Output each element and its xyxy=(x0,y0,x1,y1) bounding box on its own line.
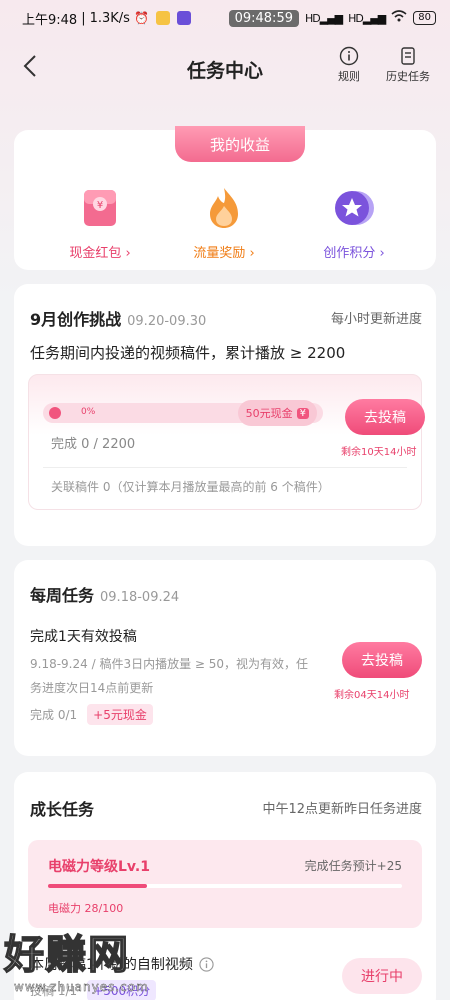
reward-target-badge: 50元现金 ¥ xyxy=(237,400,317,426)
progress-percent: 0% xyxy=(81,407,96,417)
challenge-date: 09.20-09.30 xyxy=(127,314,207,329)
flame-icon xyxy=(202,186,246,230)
battery-icon: 80 xyxy=(413,11,436,25)
back-button[interactable] xyxy=(16,52,44,80)
challenge-progress-bar: 0% 50元现金 ¥ xyxy=(43,400,323,426)
growth-title: 成长任务 xyxy=(30,800,95,819)
weekly-title: 每周任务 09.18-09.24 xyxy=(30,582,179,606)
em-power-panel: 电磁力等级Lv.1 完成任务预计+25 电磁力 28/100 xyxy=(28,840,422,928)
growth-task-card: 成长任务 中午12点更新昨日任务进度 电磁力等级Lv.1 完成任务预计+25 电… xyxy=(14,772,436,1000)
alarm-icon: ⏰ xyxy=(133,11,149,25)
reward-target-label: 50元现金 xyxy=(245,407,293,420)
yen-icon: ¥ xyxy=(296,407,309,419)
challenge-description: 任务期间内投递的视频稿件，累计播放 ≥ 2200 xyxy=(30,344,346,362)
info-icon[interactable] xyxy=(199,956,214,972)
related-drafts-note: 关联稿件 0（仅计算本月播放量最高的前 6 个稿件） xyxy=(51,480,330,494)
em-power-level: 电磁力等级Lv.1 xyxy=(48,859,150,875)
divider xyxy=(43,467,407,468)
creation-points-label: 创作积分 › xyxy=(323,246,385,261)
history-tasks-button[interactable]: 历史任务 xyxy=(386,46,430,84)
status-left: 上午9:48 | 1.3K/s ⏰ xyxy=(22,9,191,28)
app-notification-icon xyxy=(155,11,170,25)
creation-challenge-card: 9月创作挑战 09.20-09.30 每小时更新进度 任务期间内投递的视频稿件，累… xyxy=(14,284,436,546)
app-notification-icon-2 xyxy=(176,11,191,25)
in-progress-button[interactable]: 进行中 xyxy=(342,958,422,994)
signal-icon-2: HD▂▄▆ xyxy=(348,11,386,25)
challenge-title: 9月创作挑战 09.20-09.30 xyxy=(30,306,206,330)
weekly-reward-chip: +5元现金 xyxy=(87,704,153,725)
nav-bar: 任务中心 规则 历史任务 xyxy=(0,36,450,100)
cash-envelope-label: 现金红包 › xyxy=(69,246,131,261)
growth-progress-row: 投稿 1/1 +500积分 xyxy=(30,980,157,1000)
growth-update-note: 中午12点更新昨日任务进度 xyxy=(262,802,422,817)
challenge-title-text: 9月创作挑战 xyxy=(30,310,122,329)
signal-icon: HD▂▄▆ xyxy=(304,11,343,25)
growth-task-name: 本周投稿1个新的自制视频 xyxy=(30,954,214,974)
red-envelope-icon: ¥ xyxy=(78,186,122,230)
earnings-tab-header: 我的收益 xyxy=(175,126,305,162)
history-document-icon xyxy=(401,47,415,65)
challenge-progress-panel: 0% 50元现金 ¥ 完成 0 / 2200 去投稿 剩余10天14小时 关联稿… xyxy=(28,374,425,510)
weekly-title-text: 每周任务 xyxy=(30,586,95,605)
star-coin-icon xyxy=(332,186,376,230)
status-time: 上午9:48 xyxy=(22,12,78,28)
status-bar: 上午9:48 | 1.3K/s ⏰ 09:48:59 HD▂▄▆ HD▂▄▆ 8… xyxy=(0,0,450,36)
em-power-value: 电磁力 28/100 xyxy=(48,902,124,915)
growth-progress-text: 投稿 1/1 xyxy=(30,984,78,998)
svg-text:¥: ¥ xyxy=(97,200,103,211)
info-icon xyxy=(339,46,359,66)
em-power-forecast: 完成任务预计+25 xyxy=(304,859,402,873)
weekly-progress-row: 完成 0/1 +5元现金 xyxy=(30,704,153,725)
weekly-progress-text: 完成 0/1 xyxy=(30,708,78,722)
status-separator: | xyxy=(81,10,86,26)
clock-pill: 09:48:59 xyxy=(228,9,299,27)
traffic-reward-label: 流量奖励 › xyxy=(193,246,255,261)
growth-task-text: 本周投稿1个新的自制视频 xyxy=(30,957,193,973)
em-power-progress-bar xyxy=(48,884,402,888)
rules-button[interactable]: 规则 xyxy=(338,46,360,84)
wifi-icon xyxy=(391,10,407,26)
weekly-task-description: 9.18-9.24 / 稿件3日内播放量 ≥ 50，视为有效，任务进度次日14点… xyxy=(30,657,309,695)
challenge-update-note: 每小时更新进度 xyxy=(330,312,422,327)
traffic-reward-entry[interactable]: 流量奖励 › xyxy=(174,186,274,261)
weekly-remaining-time: 剩余04天14小时 xyxy=(334,690,410,701)
history-label: 历史任务 xyxy=(386,70,430,83)
cash-envelope-entry[interactable]: ¥ 现金红包 › xyxy=(50,186,150,261)
challenge-progress-text: 完成 0 / 2200 xyxy=(51,437,136,452)
weekly-date: 09.18-09.24 xyxy=(100,590,180,605)
status-speed: 1.3K/s xyxy=(89,10,130,26)
rules-label: 规则 xyxy=(338,70,360,83)
creation-points-entry[interactable]: 创作积分 › xyxy=(304,186,404,261)
status-right: 09:48:59 HD▂▄▆ HD▂▄▆ 80 xyxy=(228,9,436,27)
weekly-task-name: 完成1天有效投稿 xyxy=(30,629,137,645)
challenge-remaining-time: 剩余10天14小时 xyxy=(341,447,417,458)
weekly-submit-button[interactable]: 去投稿 xyxy=(342,642,422,678)
my-earnings-card: 我的收益 ¥ 现金红包 › 流量奖励 › 创作积分 › xyxy=(14,126,436,270)
weekly-task-card: 每周任务 09.18-09.24 完成1天有效投稿 9.18-9.24 / 稿件3… xyxy=(14,560,436,756)
chevron-left-icon xyxy=(23,55,36,77)
em-power-progress-fill xyxy=(48,884,148,888)
challenge-submit-button[interactable]: 去投稿 xyxy=(345,399,425,435)
growth-reward-chip: +500积分 xyxy=(87,980,157,1000)
progress-indicator-dot xyxy=(49,407,61,419)
page-title: 任务中心 xyxy=(186,60,263,82)
